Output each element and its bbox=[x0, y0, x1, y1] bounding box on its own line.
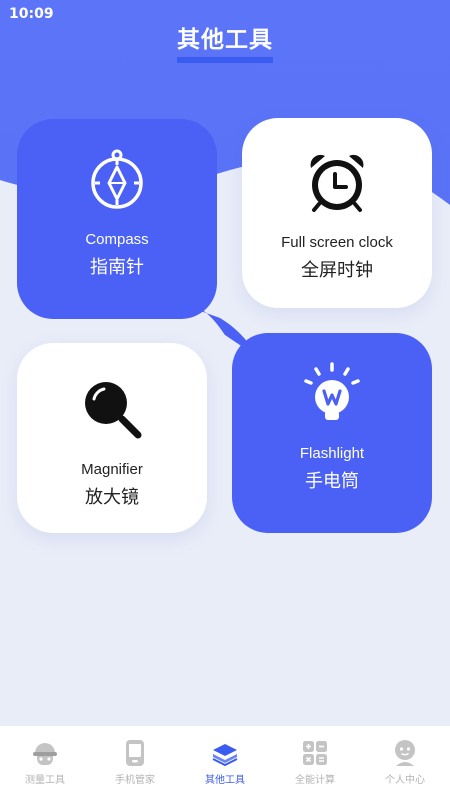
bottom-tab-bar: 测量工具 手机管家 其他工具 全能计算 个人中心 bbox=[0, 726, 450, 800]
tab-measure-tools[interactable]: 测量工具 bbox=[0, 726, 90, 800]
compass-label-cn: 指南针 bbox=[90, 257, 144, 278]
flashlight-label-cn: 手电筒 bbox=[305, 471, 359, 492]
layers-icon bbox=[212, 744, 238, 767]
compass-label-en: Compass bbox=[85, 231, 149, 248]
tab-phone-manager[interactable]: 手机管家 bbox=[90, 726, 180, 800]
tab-calculator[interactable]: 全能计算 bbox=[270, 726, 360, 800]
clock-label-en: Full screen clock bbox=[281, 234, 393, 251]
tab-label: 测量工具 bbox=[25, 775, 65, 786]
person-icon bbox=[395, 740, 415, 766]
tab-other-tools[interactable]: 其他工具 bbox=[180, 726, 270, 800]
flashlight-card[interactable]: Flashlight 手电筒 bbox=[232, 333, 432, 533]
tab-label: 其他工具 bbox=[205, 775, 245, 786]
compass-card[interactable]: Compass 指南针 bbox=[17, 119, 217, 319]
magnifier-card[interactable]: Magnifier 放大镜 bbox=[17, 343, 207, 533]
tab-label: 个人中心 bbox=[385, 775, 425, 786]
tab-label: 全能计算 bbox=[295, 775, 335, 786]
tab-label: 手机管家 bbox=[115, 775, 155, 786]
tab-personal-center[interactable]: 个人中心 bbox=[360, 726, 450, 800]
alarm-clock-icon bbox=[310, 154, 364, 212]
magnifier-label-en: Magnifier bbox=[81, 461, 143, 478]
status-time: 10:09 bbox=[9, 6, 54, 22]
page-title: 其他工具 bbox=[0, 27, 450, 64]
clock-label-cn: 全屏时钟 bbox=[301, 260, 373, 281]
lightbulb-icon bbox=[304, 362, 360, 420]
magnifier-label-cn: 放大镜 bbox=[85, 487, 139, 508]
measure-face-icon bbox=[33, 743, 57, 765]
phone-icon bbox=[126, 740, 144, 766]
page-title-text: 其他工具 bbox=[177, 27, 273, 64]
full-screen-clock-card[interactable]: Full screen clock 全屏时钟 bbox=[242, 118, 432, 308]
magnifier-icon bbox=[85, 382, 142, 439]
flashlight-label-en: Flashlight bbox=[299, 445, 365, 462]
compass-icon bbox=[91, 149, 143, 209]
calculator-icon bbox=[303, 741, 327, 765]
